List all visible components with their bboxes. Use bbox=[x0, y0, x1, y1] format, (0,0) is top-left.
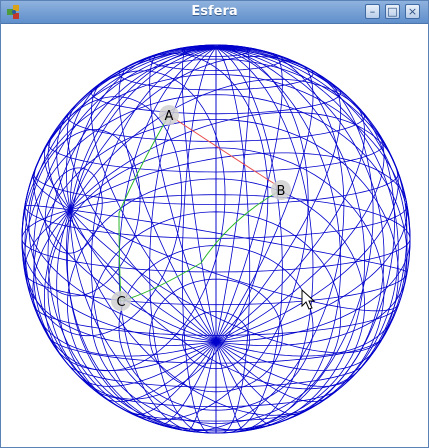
longitude-line bbox=[181, 47, 217, 434]
longitude-line bbox=[33, 47, 217, 418]
arc-a-b bbox=[168, 114, 282, 189]
window-title: Esfera bbox=[191, 4, 238, 19]
longitude-line bbox=[24, 47, 217, 389]
sphere-mesh-front-pole bbox=[21, 44, 411, 433]
point-c-label: C bbox=[116, 295, 125, 310]
close-button[interactable]: × bbox=[405, 4, 420, 19]
latitude-line bbox=[47, 147, 217, 429]
longitude-line bbox=[215, 198, 408, 342]
minimize-button[interactable]: – bbox=[365, 4, 380, 19]
maximize-button[interactable]: □ bbox=[385, 4, 400, 19]
longitude-line bbox=[215, 47, 399, 418]
longitude-line bbox=[33, 163, 217, 342]
point-b-label: B bbox=[277, 184, 286, 199]
longitude-line bbox=[215, 163, 399, 342]
latitude-line bbox=[215, 147, 385, 429]
arc-b-c bbox=[120, 189, 282, 302]
title-bar[interactable]: Esfera – □ × bbox=[1, 1, 428, 24]
point-a-label: A bbox=[165, 109, 174, 124]
sphere-canvas[interactable]: A B C bbox=[1, 23, 428, 447]
longitude-line bbox=[78, 341, 217, 387]
longitude-line bbox=[215, 47, 408, 389]
longitude-line bbox=[69, 152, 407, 211]
point-b[interactable]: B bbox=[271, 180, 291, 200]
longitude-line bbox=[215, 341, 354, 387]
point-a[interactable]: A bbox=[159, 105, 179, 125]
longitude-line bbox=[70, 209, 408, 273]
app-window: Esfera – □ × A B C bbox=[0, 0, 429, 448]
point-c[interactable]: C bbox=[111, 291, 131, 311]
longitude-line bbox=[215, 341, 330, 403]
longitude-line bbox=[65, 75, 112, 210]
longitude-line bbox=[215, 64, 314, 342]
